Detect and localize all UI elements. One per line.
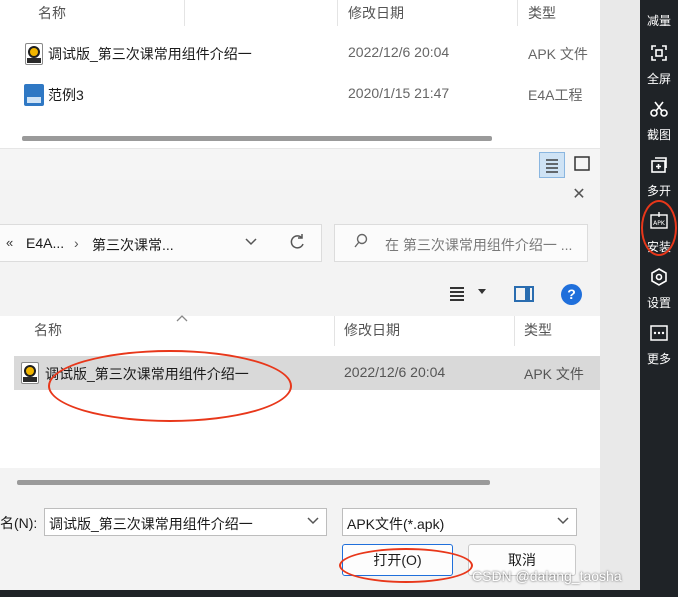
toolbar-label: 更多 [646, 352, 671, 366]
file-type: APK 文件 [524, 366, 584, 382]
apk-file-icon [21, 362, 39, 384]
column-header-date[interactable]: 修改日期 [348, 0, 404, 26]
file-date: 2020/1/15 21:47 [348, 85, 450, 101]
search-icon [353, 233, 369, 254]
toolbar-label: 减量 [646, 14, 671, 28]
breadcrumb-item[interactable]: E4A... [26, 235, 64, 251]
toolbar-label: 设置 [646, 296, 671, 310]
filetype-value: APK文件(*.apk) [347, 516, 445, 532]
preview-pane-icon[interactable] [514, 286, 534, 302]
chevron-down-icon[interactable] [556, 513, 570, 530]
filename-label: 名(N): [0, 515, 38, 531]
scissors-icon [650, 101, 668, 117]
chevron-down-icon[interactable] [306, 513, 320, 530]
watermark: CSDN @dalang_taosha [472, 568, 622, 584]
address-bar[interactable]: « E4A... › 第三次课常... [0, 224, 322, 262]
breadcrumb-overflow[interactable]: « [6, 235, 13, 250]
column-divider [514, 316, 515, 346]
filename-value: 调试版_第三次课常用组件介绍一 [49, 516, 253, 532]
highlight-ellipse-open [339, 548, 473, 583]
breadcrumb-item[interactable]: 第三次课常... [92, 235, 174, 255]
details-view-button[interactable] [539, 152, 565, 178]
background-file-window: 名称 修改日期 类型 调试版_第三次课常用组件介绍一 2022/12/6 20:… [0, 0, 600, 180]
thumbnail-view-button[interactable] [570, 152, 596, 178]
column-header-name[interactable]: 名称 [38, 0, 66, 26]
highlight-ellipse-file [48, 350, 292, 422]
search-placeholder: 在 第三次课常用组件介绍一 ... [385, 237, 573, 253]
chevron-down-icon[interactable] [244, 234, 258, 251]
column-header-type[interactable]: 类型 [524, 320, 552, 340]
highlight-ellipse-install [641, 200, 677, 256]
view-menu-button[interactable] [448, 284, 468, 304]
column-divider [334, 316, 335, 346]
file-name: 调试版_第三次课常用组件介绍一 [48, 46, 252, 62]
refresh-icon[interactable] [288, 233, 306, 256]
column-header-type[interactable]: 类型 [528, 0, 556, 26]
chevron-right-icon[interactable]: › [74, 235, 79, 251]
file-type: E4A工程 [528, 87, 583, 103]
details-view-icon [546, 159, 558, 173]
column-header-date[interactable]: 修改日期 [344, 320, 400, 340]
emulator-side-toolbar: 减量 全屏 截图 多开 APK 安装 设置 更多 [640, 0, 678, 597]
more-icon [650, 325, 668, 341]
toolbar-decrease[interactable]: 减量 [640, 0, 678, 36]
toolbar-more[interactable]: 更多 [640, 318, 678, 374]
toolbar-multi-open[interactable]: 多开 [640, 150, 678, 206]
toolbar-fullscreen[interactable]: 全屏 [640, 38, 678, 94]
file-date: 2022/12/6 20:04 [344, 364, 446, 380]
column-divider [517, 0, 518, 26]
column-divider [337, 0, 338, 26]
e4a-project-icon [24, 84, 44, 106]
settings-icon [651, 268, 667, 286]
file-type: APK 文件 [528, 46, 588, 62]
list-item[interactable]: 调试版_第三次课常用组件介绍一 2022/12/6 20:04 APK 文件 [0, 34, 600, 74]
search-input[interactable]: 在 第三次课常用组件介绍一 ... [334, 224, 588, 262]
list-item[interactable]: 范例3 2020/1/15 21:47 E4A工程 [0, 75, 600, 115]
help-icon[interactable]: ? [561, 284, 582, 305]
close-icon[interactable]: ✕ [568, 184, 590, 206]
toolbar-label: 截图 [646, 128, 671, 142]
toolbar-label: 全屏 [646, 72, 671, 86]
toolbar-settings[interactable]: 设置 [640, 262, 678, 318]
filetype-select[interactable]: APK文件(*.apk) [342, 508, 577, 536]
horizontal-scrollbar[interactable] [17, 480, 490, 485]
toolbar-label: 多开 [646, 184, 671, 198]
file-date: 2022/12/6 20:04 [348, 44, 450, 60]
view-dropdown-icon[interactable] [478, 286, 486, 298]
filename-combobox[interactable]: 调试版_第三次课常用组件介绍一 [44, 508, 327, 536]
fullscreen-icon [651, 45, 667, 61]
toolbar-screenshot[interactable]: 截图 [640, 94, 678, 150]
column-header-name[interactable]: 名称 [34, 320, 62, 340]
bottom-strip [0, 590, 640, 597]
column-divider [184, 0, 185, 26]
sort-ascending-icon [176, 313, 188, 325]
status-bar [0, 148, 600, 180]
apk-file-icon [25, 43, 43, 65]
horizontal-scrollbar[interactable] [22, 136, 492, 141]
multi-open-icon [651, 157, 667, 173]
thumbnail-view-icon [574, 156, 590, 171]
file-name: 范例3 [48, 87, 84, 103]
